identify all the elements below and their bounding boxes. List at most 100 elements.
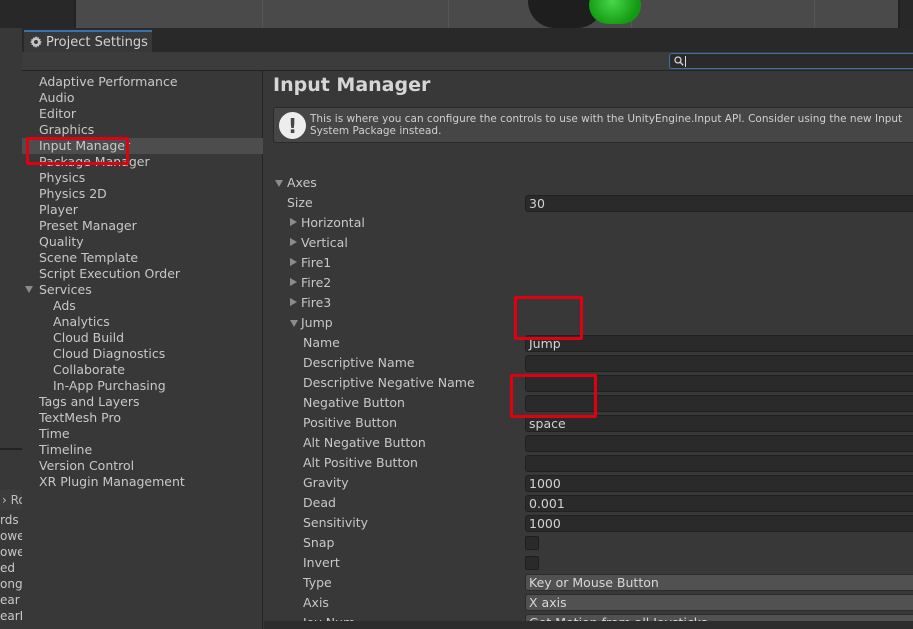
jump-name-row: Name Jump [264, 333, 913, 353]
scene-gridline [448, 0, 449, 28]
jump-alt-negative-button-row: Alt Negative Button [264, 433, 913, 453]
gravity-field[interactable]: 1000 [525, 475, 913, 492]
sidebar-item-version-control[interactable]: Version Control [22, 458, 263, 474]
chevron-right-icon[interactable] [290, 278, 297, 286]
alt-negative-button-field[interactable] [525, 435, 913, 452]
invert-checkbox[interactable] [525, 556, 539, 570]
search-input[interactable] [669, 53, 913, 69]
size-field[interactable]: 30 [525, 195, 913, 212]
text-caret [685, 56, 686, 67]
sidebar-item-label: Quality [39, 234, 84, 249]
sidebar-item-label: Services [39, 282, 92, 297]
sidebar-item-quality[interactable]: Quality [22, 234, 263, 250]
sidebar-item-cloud-build[interactable]: Cloud Build [22, 330, 263, 346]
scene-view-strip [74, 0, 900, 28]
sidebar-item-label: Cloud Build [53, 330, 125, 345]
scene-gridline [814, 0, 815, 28]
size-row: Size 30 [264, 193, 913, 213]
chevron-right-icon[interactable] [290, 258, 297, 266]
axis-foldout-horizontal[interactable]: Horizontal [264, 213, 913, 233]
descriptive-name-label: Descriptive Name [303, 355, 415, 370]
sidebar-item-label: Editor [39, 106, 76, 121]
axis-foldout-fire3[interactable]: Fire3 [264, 293, 913, 313]
behind-panel-tab[interactable]: › Ro [0, 490, 22, 510]
axis-foldout-fire1[interactable]: Fire1 [264, 253, 913, 273]
sidebar-item-label: Cloud Diagnostics [53, 346, 166, 361]
axis-foldout-jump[interactable]: Jump [264, 313, 913, 333]
chevron-down-icon[interactable] [25, 286, 33, 293]
chevron-right-icon[interactable] [290, 238, 297, 246]
axis-dropdown[interactable]: X axis [525, 594, 913, 611]
project-settings-tab[interactable]: Project Settings [24, 30, 152, 52]
sidebar-item-scene-template[interactable]: Scene Template [22, 250, 263, 266]
sidebar-item-script-execution-order[interactable]: Script Execution Order [22, 266, 263, 282]
jump-dead-row: Dead 0.001 [264, 493, 913, 513]
jump-descriptive-name-row: Descriptive Name [264, 353, 913, 373]
snap-checkbox[interactable] [525, 536, 539, 550]
type-dropdown[interactable]: Key or Mouse Button [525, 574, 913, 591]
sidebar-item-cloud-diagnostics[interactable]: Cloud Diagnostics [22, 346, 263, 362]
negative-button-label: Negative Button [303, 395, 405, 410]
sidebar-item-input-manager[interactable]: Input Manager [22, 138, 263, 154]
descriptive-name-field[interactable] [525, 355, 913, 372]
input-manager-panel: Input Manager ! This is where you can co… [264, 71, 913, 629]
positive-button-label: Positive Button [303, 415, 398, 430]
chevron-right-icon[interactable] [290, 298, 297, 306]
settings-toolbar [22, 52, 913, 71]
sidebar-item-xr-plugin-management[interactable]: XR Plugin Management [22, 474, 263, 490]
jump-gravity-row: Gravity 1000 [264, 473, 913, 493]
sidebar-item-label: Collaborate [53, 362, 125, 377]
help-box: ! This is where you can configure the co… [273, 107, 913, 143]
alt-positive-button-field[interactable] [525, 455, 913, 472]
sidebar-item-adaptive-performance[interactable]: Adaptive Performance [22, 74, 263, 90]
sidebar-item-label: Time [39, 426, 70, 441]
sidebar-item-services[interactable]: Services [22, 282, 263, 298]
chevron-right-icon[interactable] [290, 218, 297, 226]
scene-gridline [262, 0, 263, 28]
sidebar-item-audio[interactable]: Audio [22, 90, 263, 106]
axis-label: Horizontal [301, 215, 365, 230]
sidebar-item-timeline[interactable]: Timeline [22, 442, 263, 458]
sidebar-item-editor[interactable]: Editor [22, 106, 263, 122]
sidebar-item-textmesh-pro[interactable]: TextMesh Pro [22, 410, 263, 426]
positive-button-field[interactable]: space [525, 415, 913, 432]
sidebar-item-ads[interactable]: Ads [22, 298, 263, 314]
sidebar-item-label: TextMesh Pro [39, 410, 121, 425]
dead-label: Dead [303, 495, 336, 510]
axes-foldout[interactable]: Axes [264, 173, 913, 193]
sidebar-item-preset-manager[interactable]: Preset Manager [22, 218, 263, 234]
sidebar-item-physics-2d[interactable]: Physics 2D [22, 186, 263, 202]
descriptive-negative-name-field[interactable] [525, 375, 913, 392]
sidebar-item-graphics[interactable]: Graphics [22, 122, 263, 138]
name-field[interactable]: Jump [525, 335, 913, 352]
sidebar-item-in-app-purchasing[interactable]: In-App Purchasing [22, 378, 263, 394]
sidebar-item-analytics[interactable]: Analytics [22, 314, 263, 330]
chevron-down-icon[interactable] [275, 180, 283, 187]
jump-positive-button-row: Positive Button space [264, 413, 913, 433]
sidebar-item-player[interactable]: Player [22, 202, 263, 218]
window-titlebar: Project Settings [22, 28, 913, 52]
sidebar-item-package-manager[interactable]: Package Manager [22, 154, 263, 170]
axis-foldout-vertical[interactable]: Vertical [264, 233, 913, 253]
jump-sensitivity-row: Sensitivity 1000 [264, 513, 913, 533]
horizontal-scrollbar[interactable] [264, 621, 913, 629]
sidebar-item-label: Ads [53, 298, 76, 313]
sensitivity-field[interactable]: 1000 [525, 515, 913, 532]
chevron-down-icon[interactable] [290, 320, 298, 327]
sidebar-item-physics[interactable]: Physics [22, 170, 263, 186]
sidebar-item-label: Preset Manager [39, 218, 137, 233]
sidebar-item-label: Audio [39, 90, 75, 105]
negative-button-field[interactable] [525, 395, 913, 412]
scene-object-green-sphere [589, 0, 641, 24]
axis-foldout-fire2[interactable]: Fire2 [264, 273, 913, 293]
sidebar-item-time[interactable]: Time [22, 426, 263, 442]
behind-panel-list: rds owe owe ed ong ear earIte [0, 512, 22, 624]
sidebar-item-collaborate[interactable]: Collaborate [22, 362, 263, 378]
sidebar-item-label: Analytics [53, 314, 110, 329]
dead-field[interactable]: 0.001 [525, 495, 913, 512]
sidebar-item-tags-and-layers[interactable]: Tags and Layers [22, 394, 263, 410]
snap-label: Snap [303, 535, 335, 550]
behind-list-item: owe [0, 545, 22, 559]
behind-list-item: ed [0, 561, 15, 575]
axis-label: Fire3 [301, 295, 332, 310]
